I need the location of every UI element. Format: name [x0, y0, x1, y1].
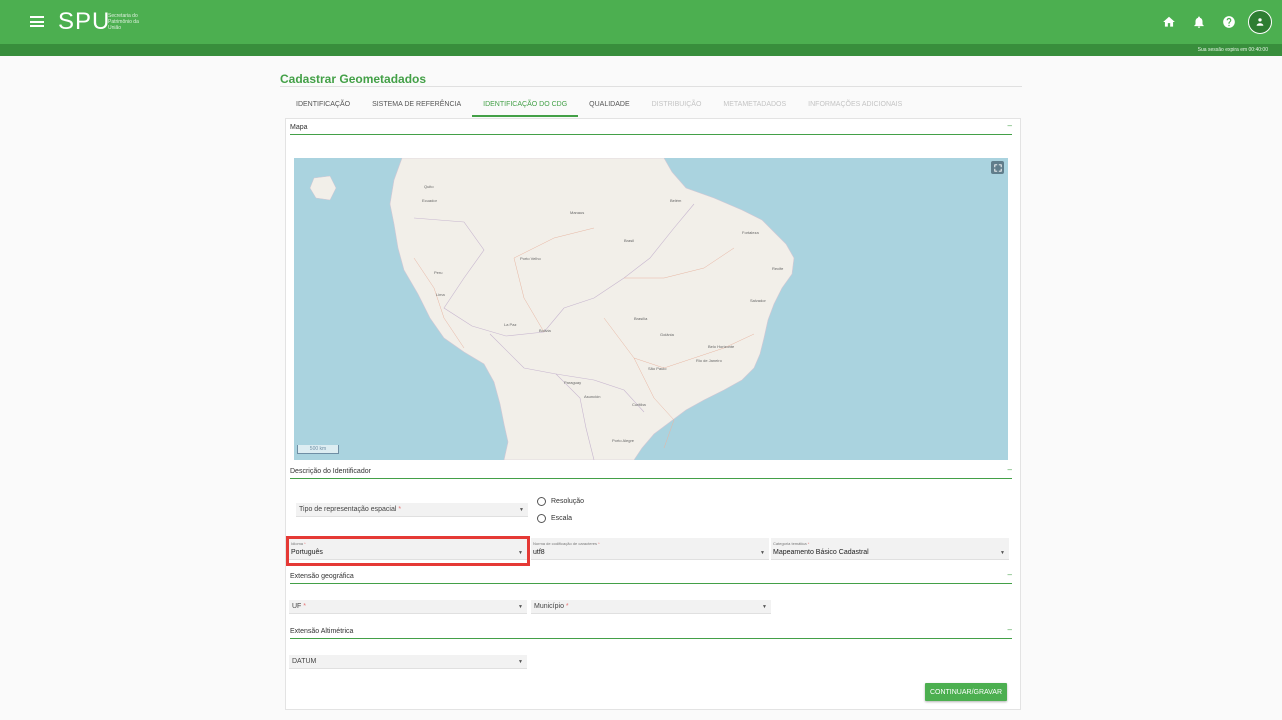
map-label-quito: Quito: [424, 184, 434, 189]
map-scale: 500 km: [297, 445, 339, 454]
map-label-porto-velho: Porto Velho: [520, 256, 541, 261]
section-mapa-label: Mapa: [290, 124, 308, 131]
map-label-salvador: Salvador: [750, 298, 766, 303]
map-label-belo-horizonte: Belo Horizonte: [708, 344, 735, 349]
app-logo-subtitle: Secretaria do Patrimônio da União: [108, 13, 139, 31]
norma-label: Norma de codificação de caracteres *: [533, 541, 600, 546]
map-label-fortaleza: Fortaleza: [742, 230, 759, 235]
norma-codificacao-select[interactable]: Norma de codificação de caracteres * utf…: [531, 538, 769, 560]
map-label-peru: Peru: [434, 270, 443, 275]
chevron-down-icon: ▼: [762, 604, 767, 610]
home-icon[interactable]: [1158, 11, 1180, 33]
app-logo[interactable]: SPU: [58, 8, 110, 36]
map-label-recife: Recife: [772, 266, 784, 271]
section-extensao-altimetrica[interactable]: Extensão Altimétrica –: [290, 623, 1012, 639]
categoria-value: Mapeamento Básico Cadastral: [773, 549, 869, 556]
collapse-icon[interactable]: –: [1008, 570, 1012, 579]
radio-escala[interactable]: Escala: [537, 514, 572, 523]
chevron-down-icon: ▼: [1000, 550, 1005, 556]
session-timer: Sua sessão expira em 00:40:00: [1197, 47, 1268, 53]
datum-select[interactable]: DATUM ▼: [289, 655, 527, 669]
user-icon[interactable]: [1248, 10, 1272, 34]
map-view[interactable]: Quito Ecuador Peru Lima Manaus Belém Bra…: [294, 158, 1008, 460]
norma-value: utf8: [533, 549, 545, 556]
tab-metametadados: METAMETADADOS: [723, 101, 787, 108]
uf-placeholder: UF *: [292, 603, 307, 610]
map-label-brasil: Brasil: [624, 238, 635, 243]
municipio-select[interactable]: Município * ▼: [531, 600, 771, 614]
title-divider: [280, 86, 1022, 87]
map-label-lima: Lima: [436, 292, 445, 297]
page-title: Cadastrar Geometadados: [280, 72, 427, 86]
tab-qualidade[interactable]: QUALIDADE: [578, 95, 640, 117]
collapse-icon[interactable]: –: [1008, 465, 1012, 474]
map-label-manaus: Manaus: [570, 210, 585, 215]
radio-circle-icon: [537, 514, 546, 523]
collapse-icon[interactable]: –: [1008, 121, 1012, 130]
fullscreen-icon[interactable]: [991, 161, 1004, 174]
radio-escala-label: Escala: [551, 515, 573, 522]
section-extensao-altimetrica-label: Extensão Altimétrica: [290, 628, 354, 635]
tab-identificacao[interactable]: IDENTIFICAÇÃO: [285, 95, 361, 117]
map-label-belem: Belém: [670, 198, 682, 203]
chevron-down-icon: ▼: [519, 507, 524, 513]
municipio-placeholder: Município *: [534, 603, 569, 610]
radio-resolucao[interactable]: Resolução: [537, 497, 584, 506]
menu-icon[interactable]: [30, 16, 44, 27]
highlight-box: [286, 536, 530, 566]
map-label-paraguay: Paraguay: [564, 380, 582, 385]
radio-circle-icon: [537, 497, 546, 506]
chevron-down-icon: ▼: [518, 659, 523, 665]
tab-informacoes-adicionais: INFORMAÇÕES ADICIONAIS: [808, 101, 903, 108]
map-label-bolivia: Bolivia: [539, 328, 551, 333]
map-label-rio: Rio de Janeiro: [696, 358, 722, 363]
bell-icon[interactable]: [1188, 11, 1210, 33]
categoria-label: Categoria temática *: [773, 541, 810, 546]
chevron-down-icon: ▼: [518, 604, 523, 610]
tab-distribuicao: DISTRIBUIÇÃO: [651, 101, 702, 108]
tab-bar: IDENTIFICAÇÃO SISTEMA DE REFERÊNCIA IDEN…: [285, 95, 1022, 117]
chevron-down-icon: ▼: [760, 550, 765, 556]
help-icon[interactable]: [1218, 11, 1240, 33]
categoria-tematica-select[interactable]: Categoria temática * Mapeamento Básico C…: [771, 538, 1009, 560]
collapse-icon[interactable]: –: [1008, 625, 1012, 634]
tipo-representacao-placeholder: Tipo de representação espacial *: [299, 506, 402, 513]
datum-placeholder: DATUM: [292, 658, 317, 665]
header-actions: [1158, 10, 1272, 34]
radio-resolucao-label: Resolução: [551, 498, 585, 505]
section-extensao-geografica-label: Extensão geográfica: [290, 573, 354, 580]
app-header: SPU Secretaria do Patrimônio da União Su…: [0, 0, 1282, 56]
map-label-ecuador: Ecuador: [422, 198, 437, 203]
map-label-curitiba: Curitiba: [632, 402, 646, 407]
tab-sistema-referencia[interactable]: SISTEMA DE REFERÊNCIA: [361, 95, 472, 117]
header-subbar: [0, 44, 1282, 56]
map-label-goiania: Goiânia: [660, 332, 674, 337]
map-land: [309, 158, 795, 460]
section-extensao-geografica[interactable]: Extensão geográfica –: [290, 568, 1012, 584]
continuar-gravar-button[interactable]: CONTINUAR/GRAVAR: [925, 683, 1007, 701]
map-label-la-paz: La Paz: [504, 322, 517, 327]
map-label-brasilia: Brasília: [634, 316, 648, 321]
map-label-sao-paulo: São Paulo: [648, 366, 667, 371]
tipo-representacao-select[interactable]: Tipo de representação espacial * ▼: [296, 503, 528, 517]
section-mapa[interactable]: Mapa –: [290, 119, 1012, 135]
tab-identificacao-cdg[interactable]: IDENTIFICAÇÃO DO CDG: [472, 95, 579, 117]
uf-select[interactable]: UF * ▼: [289, 600, 527, 614]
section-descricao-label: Descrição do Identificador: [290, 468, 371, 475]
map-label-porto-alegre: Porto Alegre: [612, 438, 635, 443]
section-descricao[interactable]: Descrição do Identificador –: [290, 463, 1012, 479]
map-label-asuncion: Asunción: [584, 394, 601, 399]
